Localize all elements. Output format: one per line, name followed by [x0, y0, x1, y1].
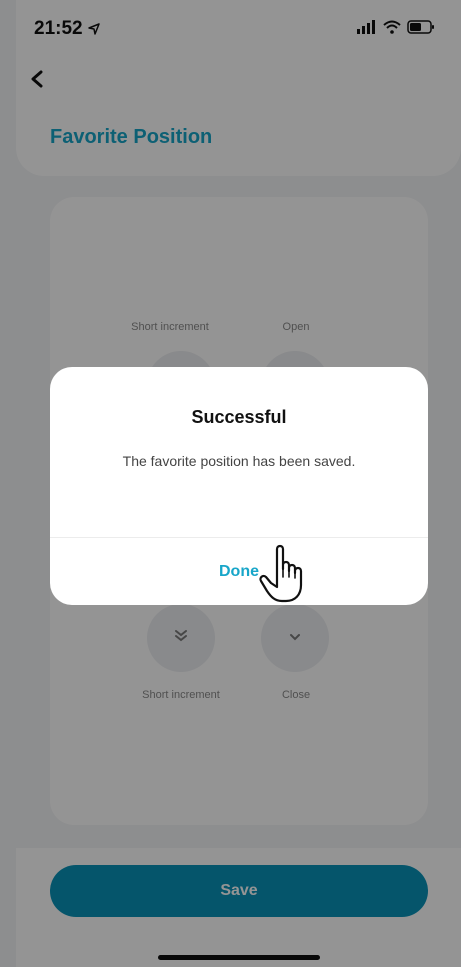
- dialog-message: The favorite position has been saved.: [122, 453, 356, 469]
- screen: 21:52 Favorite Position Short increment …: [0, 0, 461, 967]
- done-button-label: Done: [219, 562, 259, 580]
- pointer-hand-icon: [258, 543, 310, 605]
- done-button[interactable]: Done: [50, 538, 428, 605]
- success-dialog: Successful The favorite position has bee…: [50, 367, 428, 605]
- dialog-title: Successful: [191, 407, 287, 427]
